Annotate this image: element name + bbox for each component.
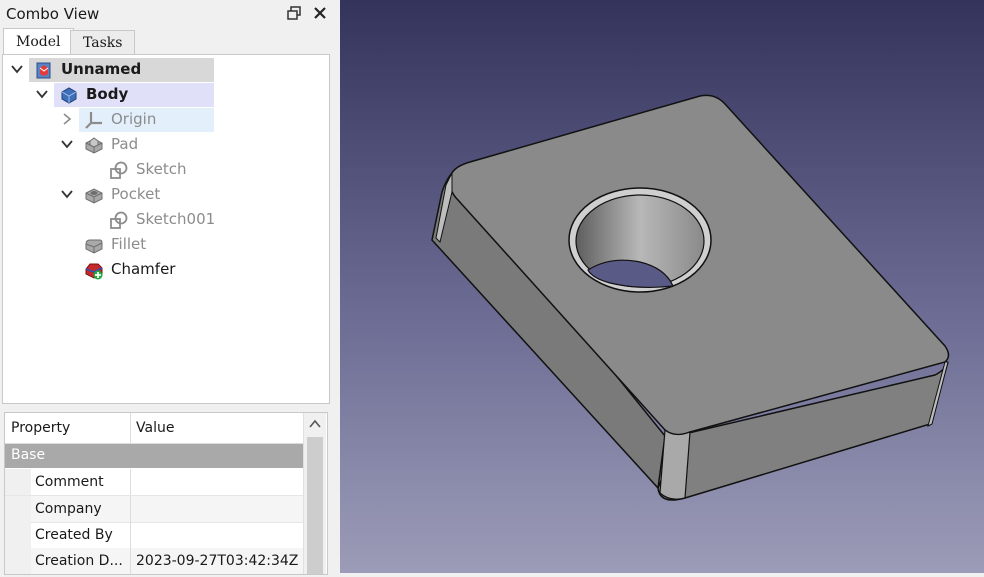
tree-item-label: Unnamed [61, 60, 142, 78]
fillet-icon [85, 239, 103, 254]
panel-title: Combo View [6, 5, 100, 23]
tree-item-label: Fillet [111, 235, 147, 253]
tree-item-sketch[interactable]: Sketch [3, 158, 329, 182]
document-icon [36, 62, 51, 79]
tree-item-fillet[interactable]: Fillet [3, 233, 329, 257]
tree-item-label: Pocket [111, 185, 161, 203]
tree-item-pocket[interactable]: Pocket [3, 183, 329, 207]
chevron-down-icon[interactable] [60, 137, 74, 151]
body-icon [61, 87, 77, 104]
tree-item-label: Sketch [136, 160, 187, 178]
column-divider [130, 496, 131, 522]
property-group-base[interactable]: Base [5, 444, 303, 468]
tree-item-pad[interactable]: Pad [3, 133, 329, 157]
splitter-handle[interactable] [332, 0, 340, 573]
row-gutter [5, 522, 31, 548]
model-fillet-edge [659, 428, 691, 500]
property-key: Comment [35, 474, 104, 490]
pad-icon [85, 137, 103, 154]
combo-view-panel: Combo View Model Tasks Unnamed Body Orig… [0, 0, 332, 575]
column-divider [130, 469, 131, 495]
row-gutter [5, 496, 31, 522]
column-header-property[interactable]: Property [11, 420, 70, 436]
tab-tasks[interactable]: Tasks [70, 30, 136, 55]
chevron-down-icon[interactable] [10, 62, 24, 76]
group-label: Base [11, 447, 46, 463]
close-icon[interactable] [312, 5, 328, 21]
tree-item-sketch001[interactable]: Sketch001 [3, 208, 329, 232]
model-tree: Unnamed Body Origin Pad Sketch Pocket Sk… [2, 54, 330, 404]
3d-viewport[interactable] [340, 0, 984, 573]
property-key: Creation D... [35, 553, 123, 569]
tree-item-chamfer[interactable]: Chamfer [3, 258, 329, 282]
property-header: Property Value [5, 413, 303, 444]
column-divider [130, 522, 131, 548]
chevron-down-icon[interactable] [60, 187, 74, 201]
row-gutter [5, 548, 31, 574]
chevron-right-icon[interactable] [60, 112, 74, 126]
tree-item-label: Chamfer [111, 260, 176, 278]
property-row-created-by[interactable]: Created By [5, 522, 303, 549]
tree-item-label: Pad [111, 135, 139, 153]
property-editor: Property Value Base Comment Company Crea… [4, 412, 328, 575]
sketch-icon [110, 211, 128, 229]
panel-titlebar: Combo View [0, 0, 332, 28]
row-gutter [5, 469, 31, 495]
tree-item-label: Sketch001 [136, 210, 216, 228]
sketch-icon [110, 161, 128, 179]
property-value[interactable]: 2023-09-27T03:42:34Z [136, 553, 298, 569]
tree-item-label: Body [86, 85, 129, 103]
pocket-icon [85, 188, 103, 204]
chamfer-icon [85, 263, 103, 280]
property-scrollbar[interactable] [303, 413, 326, 574]
chevron-down-icon[interactable] [35, 87, 49, 101]
origin-icon [85, 112, 102, 129]
model-render [431, 94, 950, 501]
tree-item-origin[interactable]: Origin [3, 108, 329, 132]
tab-model[interactable]: Model [3, 28, 74, 55]
column-header-value[interactable]: Value [136, 420, 174, 436]
tree-item-label: Origin [111, 110, 157, 128]
column-divider[interactable] [130, 413, 131, 443]
float-icon[interactable] [286, 5, 302, 21]
column-divider [130, 548, 131, 574]
scroll-up-icon[interactable] [308, 417, 322, 431]
property-key: Company [35, 501, 102, 517]
property-key: Created By [35, 527, 113, 543]
scrollbar-thumb[interactable] [307, 437, 323, 574]
tree-item-unnamed[interactable]: Unnamed [3, 58, 329, 82]
tab-bar: Model Tasks [0, 28, 332, 55]
property-row-company[interactable]: Company [5, 496, 303, 523]
tree-item-body[interactable]: Body [3, 83, 329, 107]
property-row-creation-date[interactable]: Creation D... 2023-09-27T03:42:34Z [5, 548, 303, 574]
property-row-comment[interactable]: Comment [5, 469, 303, 496]
